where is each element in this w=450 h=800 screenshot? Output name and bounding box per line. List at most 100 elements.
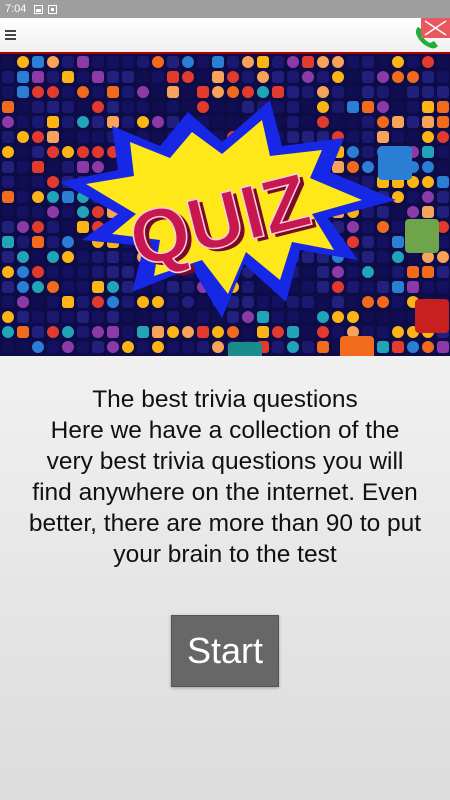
banner-tile [332,71,344,83]
banner-tile [47,206,59,218]
banner-tile [167,56,179,68]
banner-tile [422,101,434,113]
banner-tile [242,101,254,113]
banner-tile [272,86,284,98]
banner-tile [287,296,299,308]
banner-tile [17,71,29,83]
banner-tile [347,221,359,233]
banner-tile [47,326,59,338]
banner-tile [47,251,59,263]
banner-tile [392,116,404,128]
banner-tile [32,161,44,173]
description-line: Here we have a collection of the [50,417,400,444]
banner-tile [362,86,374,98]
banner-tile [92,266,104,278]
banner-tile [302,131,314,143]
banner-tile [347,296,359,308]
banner-tile [107,296,119,308]
banner-tile [182,71,194,83]
banner-tile [32,296,44,308]
banner-tile [242,71,254,83]
banner-tile [2,131,14,143]
banner-tile [197,86,209,98]
banner-tile [2,251,14,263]
banner-tile [392,251,404,263]
banner-tile [392,236,404,248]
banner-tile [2,236,14,248]
banner-tile [227,116,239,128]
banner-tile [77,341,89,353]
banner-tile [17,116,29,128]
main-content: The best trivia questions Here we have a… [0,356,450,800]
banner-tile [317,296,329,308]
banner-tile [392,266,404,278]
banner-tile [422,161,434,173]
banner-tile [182,311,194,323]
banner-tile [2,191,14,203]
banner-tile [197,311,209,323]
banner-tile [167,341,179,353]
banner-tile [32,281,44,293]
banner-tile [362,131,374,143]
banner-tile [137,296,149,308]
banner-tile [287,116,299,128]
banner-tile [137,326,149,338]
banner-tile [47,236,59,248]
description-line: better, there are more than 90 to put [28,510,422,537]
banner-tile [422,71,434,83]
banner-tile [62,326,74,338]
banner-tile [332,326,344,338]
banner-tile [17,131,29,143]
banner-tile [377,251,389,263]
banner-tile [257,56,269,68]
start-button[interactable]: Start [171,615,279,687]
banner-tile [377,71,389,83]
banner-tile [2,341,14,353]
banner-tile [122,71,134,83]
banner-tile [17,236,29,248]
banner-tile [2,86,14,98]
hamburger-menu-icon[interactable] [5,30,16,40]
banner-tile [437,71,449,83]
banner-tile [17,86,29,98]
banner-tile [302,86,314,98]
banner-tile [272,326,284,338]
banner-tile [362,221,374,233]
banner-tile [362,56,374,68]
banner-tile [242,296,254,308]
banner-tile [362,176,374,188]
banner-tile [377,281,389,293]
banner-tile [62,266,74,278]
banner-tile [362,281,374,293]
banner-tile [137,71,149,83]
banner-tile [92,341,104,353]
banner-tile [422,341,434,353]
banner-tile [227,86,239,98]
banner-tile [332,281,344,293]
banner-tile [287,326,299,338]
banner-tile [422,116,434,128]
banner-tile [77,56,89,68]
banner-tile [152,296,164,308]
close-icon[interactable] [421,18,450,38]
banner-tile [302,56,314,68]
banner-tile [62,296,74,308]
banner-tile [2,221,14,233]
banner-tile [92,71,104,83]
banner-tile [362,266,374,278]
banner-tile [122,266,134,278]
status-bar: 7:04 [0,0,450,18]
banner-tile [182,56,194,68]
banner-tile [242,326,254,338]
banner-tile [317,71,329,83]
banner-tile [182,86,194,98]
banner-tile [17,251,29,263]
description-line: The best trivia questions [92,386,358,413]
app-bar [0,18,450,54]
banner-tile [92,206,104,218]
banner-tile [287,71,299,83]
banner-tile [437,146,449,158]
banner-tile [62,221,74,233]
banner-tile [122,326,134,338]
banner-tile [272,311,284,323]
